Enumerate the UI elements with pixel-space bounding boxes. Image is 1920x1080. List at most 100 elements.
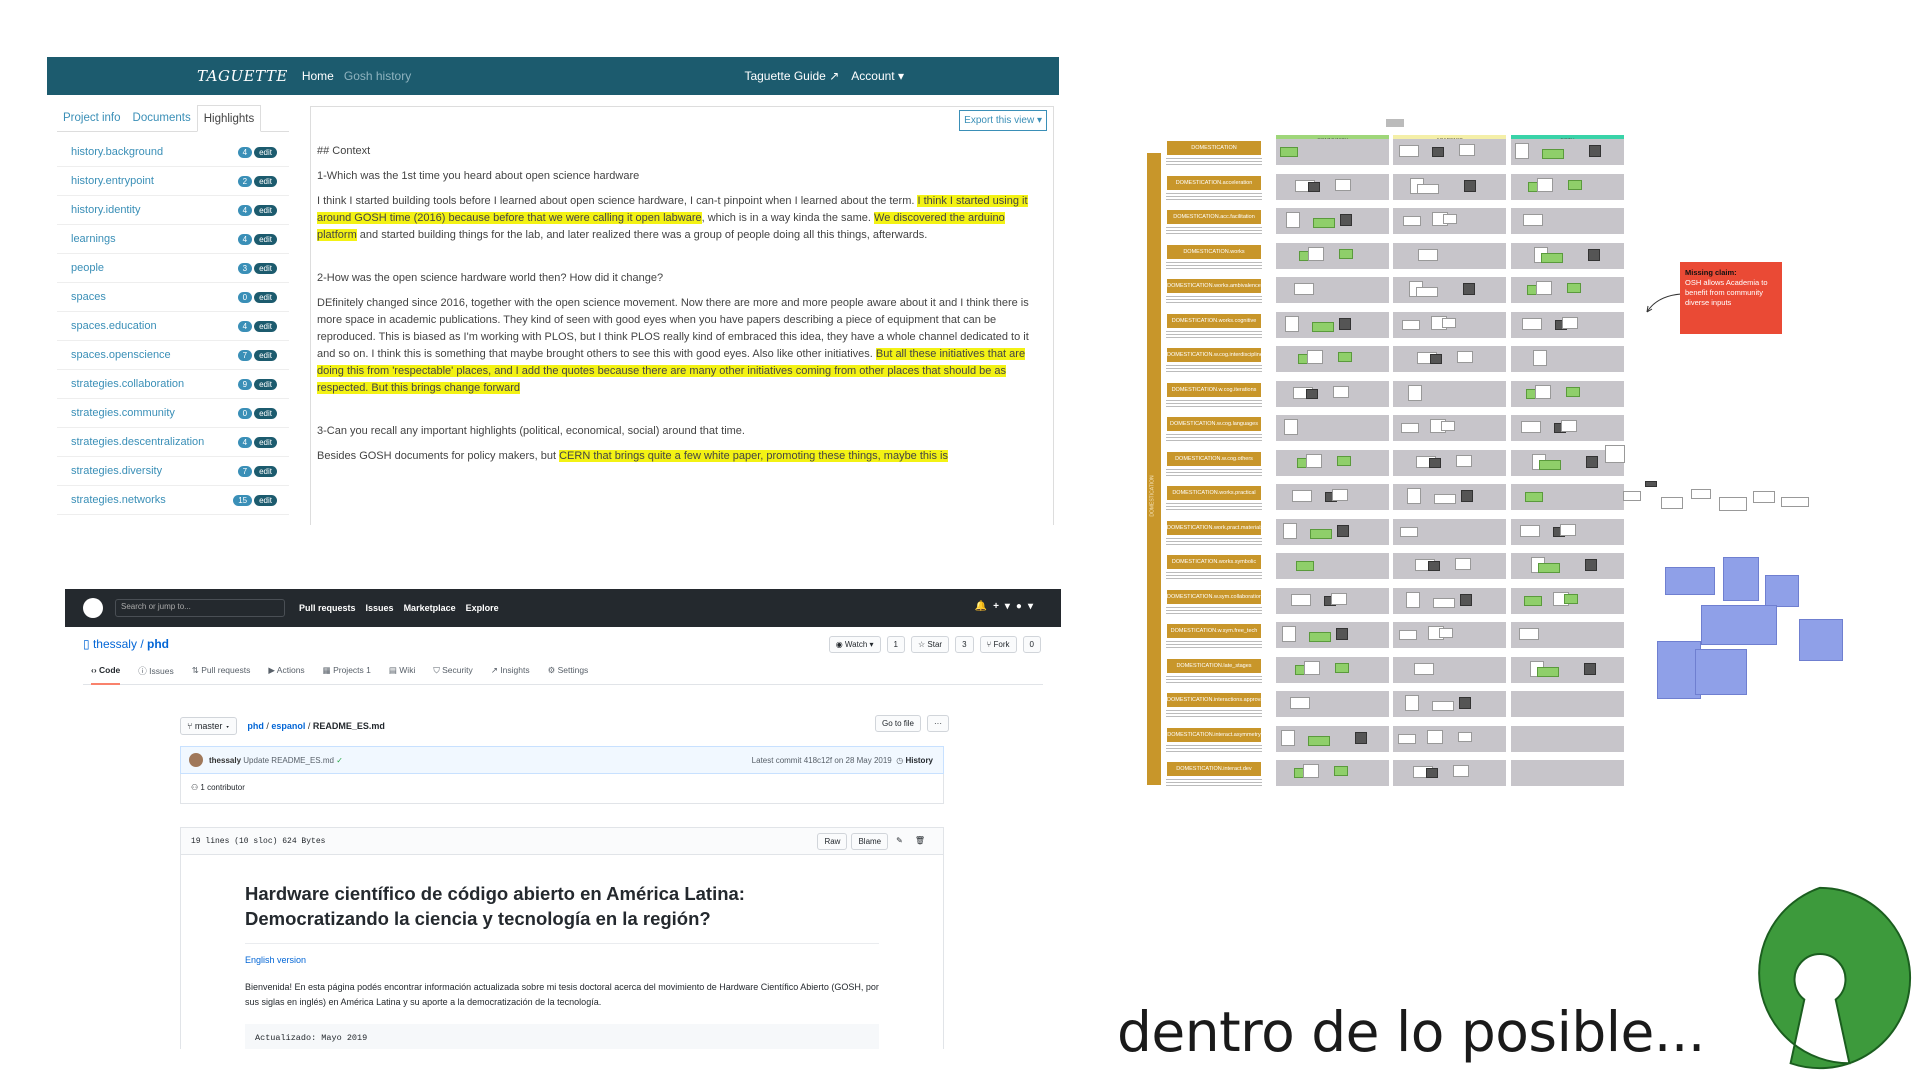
board-note[interactable]	[1313, 218, 1335, 228]
fork-button[interactable]: ⑂ Fork	[979, 636, 1017, 653]
board-note[interactable]	[1285, 315, 1299, 332]
branch-select[interactable]: ⑂ master ▾	[180, 717, 238, 735]
board-note[interactable]	[1399, 145, 1419, 157]
board-note[interactable]	[1533, 350, 1547, 366]
board-note[interactable]	[1337, 455, 1351, 466]
raw-button[interactable]: Raw	[817, 833, 848, 850]
board-note[interactable]	[1284, 419, 1298, 435]
board-row-label[interactable]: DOMESTICATION.late_stages	[1167, 658, 1261, 673]
tab-highlights[interactable]: Highlights	[196, 105, 262, 132]
board-note[interactable]	[1753, 491, 1775, 503]
board-note[interactable]	[1402, 319, 1420, 330]
tab-security[interactable]: ⛉ Security	[433, 665, 472, 677]
board-note[interactable]	[1333, 385, 1349, 398]
board-note[interactable]	[1645, 481, 1657, 487]
board-note[interactable]	[1464, 179, 1476, 192]
tab-documents[interactable]: Documents	[127, 105, 197, 131]
sticky-note[interactable]	[1665, 567, 1715, 595]
board-row-label[interactable]: DOMESTICATION.w.cog.interdiscipline	[1167, 348, 1261, 362]
commit-latest[interactable]: Latest commit 418c12f on 28 May 2019	[752, 756, 892, 765]
tab-actions[interactable]: ▶ Actions	[268, 665, 304, 677]
board-note[interactable]	[1463, 283, 1475, 295]
board-note[interactable]	[1290, 697, 1310, 709]
highlight-tag-name[interactable]: strategies.descentralization	[71, 436, 204, 448]
highlight-tag-name[interactable]: spaces.openscience	[71, 349, 171, 361]
board-note[interactable]	[1443, 214, 1457, 224]
board-note[interactable]	[1332, 489, 1348, 501]
tab-insights[interactable]: ↗ Insights	[491, 665, 530, 677]
board-note[interactable]	[1562, 316, 1578, 329]
highlight-edit-button[interactable]: edit	[254, 436, 277, 448]
header-link-issues[interactable]: Issues	[366, 603, 394, 613]
board-note[interactable]	[1339, 248, 1353, 259]
board-note[interactable]	[1427, 729, 1443, 744]
highlight-tag-name[interactable]: spaces	[71, 291, 106, 303]
highlight-item[interactable]: history.entrypoint 2 edit	[57, 167, 289, 196]
board-note[interactable]	[1335, 178, 1351, 191]
go-to-file-button[interactable]: Go to file	[874, 715, 921, 732]
board-note[interactable]	[1304, 660, 1320, 675]
avatar[interactable]	[189, 753, 203, 767]
board-note[interactable]	[1432, 147, 1444, 157]
board-note[interactable]	[1519, 628, 1539, 640]
repo-name-link[interactable]: phd	[147, 637, 169, 651]
highlight-edit-button[interactable]: edit	[254, 262, 277, 274]
highlight-tag-name[interactable]: strategies.diversity	[71, 465, 162, 477]
highlight-item[interactable]: strategies.diversity 7 edit	[57, 457, 289, 486]
board-note[interactable]	[1541, 252, 1563, 263]
star-count[interactable]: 3	[955, 636, 974, 653]
board-row-label[interactable]: DOMESTICATION.acc.facilitation	[1167, 210, 1261, 224]
board-note[interactable]	[1310, 528, 1332, 539]
board-note[interactable]	[1459, 144, 1475, 156]
board-note[interactable]	[1537, 177, 1553, 192]
highlight-edit-button[interactable]: edit	[254, 465, 277, 477]
contributors-link[interactable]: 1 contributor	[200, 783, 244, 792]
board-row-label[interactable]: DOMESTICATION.w.cog.languages	[1167, 417, 1261, 431]
board-note[interactable]	[1335, 662, 1349, 673]
history-link[interactable]: History	[905, 756, 933, 765]
breadcrumb-root[interactable]: phd	[247, 721, 264, 731]
header-link-marketplace[interactable]: Marketplace	[404, 603, 456, 613]
board-note[interactable]	[1403, 216, 1421, 226]
board-note[interactable]	[1459, 697, 1471, 709]
highlight-tag-name[interactable]: history.background	[71, 146, 163, 158]
board-note[interactable]	[1564, 593, 1578, 604]
highlight-tag-name[interactable]: strategies.collaboration	[71, 378, 184, 390]
board-note[interactable]	[1567, 283, 1581, 293]
board-note[interactable]	[1405, 695, 1419, 711]
highlight-edit-button[interactable]: edit	[254, 320, 277, 332]
tab-issues[interactable]: ⓘ Issues	[138, 665, 173, 677]
board-note[interactable]	[1561, 420, 1577, 432]
watch-button[interactable]: ◉ Watch ▾	[828, 636, 881, 653]
board-row-label[interactable]: DOMESTICATION.acceleration	[1167, 175, 1261, 190]
board-note[interactable]	[1523, 214, 1543, 226]
highlight-tag-name[interactable]: spaces.education	[71, 320, 157, 332]
board-note[interactable]	[1439, 628, 1453, 638]
board-note[interactable]	[1428, 561, 1440, 571]
board-note[interactable]	[1339, 317, 1351, 330]
blame-button[interactable]: Blame	[851, 833, 889, 850]
board-note[interactable]	[1309, 632, 1331, 642]
board-note[interactable]	[1460, 593, 1472, 606]
board-note[interactable]	[1336, 628, 1348, 640]
board-row-label[interactable]: DOMESTICATION	[1167, 141, 1261, 155]
board-note[interactable]	[1458, 731, 1472, 742]
board-note[interactable]	[1453, 765, 1469, 777]
english-version-link[interactable]: English version	[245, 955, 879, 965]
board-note[interactable]	[1568, 179, 1582, 190]
board-row-label[interactable]: DOMESTICATION.w.sym.free_tech	[1167, 624, 1261, 638]
tab-code[interactable]: ‹› Code	[91, 665, 121, 685]
highlight-tag-name[interactable]: strategies.networks	[71, 494, 166, 506]
board-note[interactable]	[1566, 386, 1580, 397]
board-note[interactable]	[1515, 143, 1529, 159]
board-note[interactable]	[1406, 591, 1420, 608]
board-note[interactable]	[1430, 354, 1442, 364]
board-note[interactable]	[1280, 147, 1298, 157]
board-row-label[interactable]: DOMESTICATION.w.cog.iterations	[1167, 382, 1261, 397]
board-note[interactable]	[1781, 497, 1809, 507]
board-note[interactable]	[1560, 523, 1576, 536]
highlight-edit-button[interactable]: edit	[254, 349, 277, 361]
sticky-note[interactable]	[1695, 649, 1747, 695]
board-note[interactable]	[1691, 489, 1711, 499]
board-note[interactable]	[1584, 662, 1596, 675]
